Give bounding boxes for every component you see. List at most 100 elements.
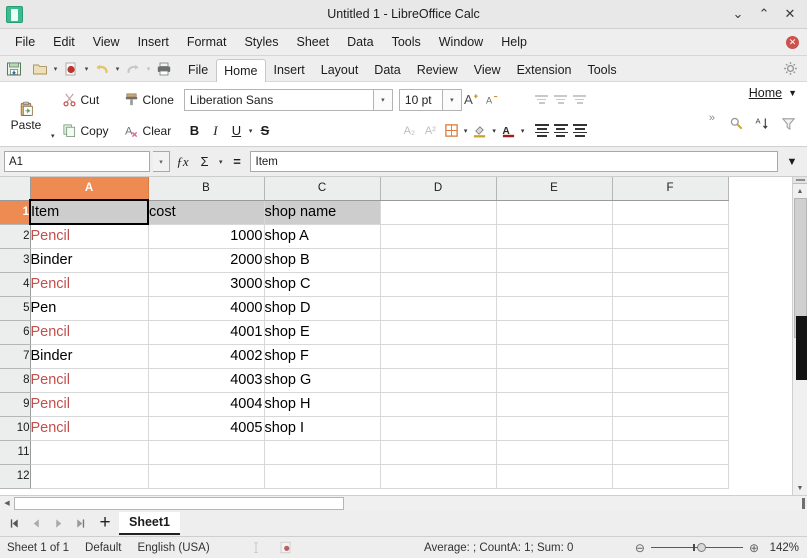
cell-f1[interactable]	[612, 200, 729, 225]
export-dropdown-caret[interactable]: ▾	[81, 65, 92, 73]
cell-a6[interactable]: Pencil	[30, 320, 149, 345]
superscript-button[interactable]: A²	[420, 120, 441, 141]
cell-c12[interactable]	[264, 464, 381, 489]
cell-f6[interactable]	[612, 320, 729, 345]
row-header-3[interactable]: 3	[0, 248, 31, 273]
menu-file[interactable]: File	[6, 32, 44, 52]
close-document-icon[interactable]: ✕	[786, 35, 799, 49]
export-pdf-icon[interactable]	[61, 59, 81, 79]
maximize-icon[interactable]: ⌃	[751, 1, 777, 27]
cell-c9[interactable]: shop H	[264, 392, 381, 417]
cell-a10[interactable]: Pencil	[30, 416, 149, 441]
menu-edit[interactable]: Edit	[44, 32, 84, 52]
cell-c6[interactable]: shop E	[264, 320, 381, 345]
cell-a12[interactable]	[30, 464, 149, 489]
column-header-d[interactable]: D	[380, 177, 497, 201]
undo-dropdown-caret[interactable]: ▾	[112, 65, 123, 73]
font-name-dropdown-caret[interactable]: ▾	[373, 88, 393, 111]
minimize-icon[interactable]: ⌄	[725, 1, 751, 27]
cell-f8[interactable]	[612, 368, 729, 393]
cell-d3[interactable]	[380, 248, 497, 273]
row-header-4[interactable]: 4	[0, 272, 31, 297]
cell-d7[interactable]	[380, 344, 497, 369]
undo-icon[interactable]	[92, 59, 112, 79]
cell-c3[interactable]: shop B	[264, 248, 381, 273]
cell-f11[interactable]	[612, 440, 729, 465]
font-size-input[interactable]: 10 pt	[398, 88, 443, 111]
formula-icon[interactable]: =	[228, 151, 247, 173]
name-box[interactable]: A1	[4, 151, 150, 172]
cell-f7[interactable]	[612, 344, 729, 369]
menu-help[interactable]: Help	[492, 32, 536, 52]
scroll-down-icon[interactable]: ▼	[793, 481, 807, 495]
cell-e7[interactable]	[496, 344, 613, 369]
decrease-font-size-button[interactable]: A	[483, 89, 504, 110]
cell-d5[interactable]	[380, 296, 497, 321]
cell-e6[interactable]	[496, 320, 613, 345]
formula-input-line[interactable]: Item	[249, 151, 778, 172]
cell-b7[interactable]: 4002	[148, 344, 265, 369]
tab-layout[interactable]: Layout	[313, 58, 367, 82]
digital-signature-icon[interactable]	[316, 540, 332, 556]
menu-format[interactable]: Format	[178, 32, 236, 52]
cell-b6[interactable]: 4001	[148, 320, 265, 345]
row-header-11[interactable]: 11	[0, 440, 31, 465]
align-left-button[interactable]	[532, 121, 551, 140]
horizontal-scrollbar[interactable]: ◀	[0, 495, 807, 510]
language-status[interactable]: English (USA)	[137, 542, 225, 554]
cell-d1[interactable]	[380, 200, 497, 225]
cut-button[interactable]: Cut	[57, 88, 104, 112]
align-bottom-button[interactable]	[570, 90, 589, 109]
cell-d2[interactable]	[380, 224, 497, 249]
increase-font-size-button[interactable]: A	[462, 89, 483, 110]
font-name-input[interactable]: Liberation Sans	[183, 88, 374, 111]
split-handle-vertical[interactable]	[792, 177, 807, 184]
select-all-corner[interactable]	[0, 177, 31, 201]
cell-a9[interactable]: Pencil	[30, 392, 149, 417]
cell-b9[interactable]: 4004	[148, 392, 265, 417]
add-sheet-button[interactable]: +	[92, 512, 118, 534]
cell-b10[interactable]: 4005	[148, 416, 265, 441]
italic-button[interactable]: I	[205, 120, 226, 141]
grid-canvas[interactable]: A B C D E F 1 Item cost shop name 2 Penc…	[0, 177, 792, 495]
cell-d6[interactable]	[380, 320, 497, 345]
vertical-scroll-track[interactable]	[792, 198, 807, 481]
save-icon[interactable]	[4, 59, 24, 79]
cell-f4[interactable]	[612, 272, 729, 297]
cell-a5[interactable]: Pen	[30, 296, 149, 321]
cell-a4[interactable]: Pencil	[30, 272, 149, 297]
zoom-out-icon[interactable]: ⊖	[635, 541, 645, 555]
cell-e2[interactable]	[496, 224, 613, 249]
cell-b12[interactable]	[148, 464, 265, 489]
menu-sheet[interactable]: Sheet	[287, 32, 338, 52]
row-header-8[interactable]: 8	[0, 368, 31, 393]
name-box-dropdown-caret[interactable]: ▾	[153, 151, 170, 172]
cell-e11[interactable]	[496, 440, 613, 465]
find-replace-icon[interactable]	[726, 113, 747, 134]
print-icon[interactable]	[154, 59, 174, 79]
row-header-10[interactable]: 10	[0, 416, 31, 441]
menu-view[interactable]: View	[84, 32, 129, 52]
zoom-slider[interactable]	[650, 543, 743, 552]
align-top-button[interactable]	[532, 90, 551, 109]
ribbon-overflow-caret[interactable]: »	[709, 112, 715, 124]
strikethrough-button[interactable]: S	[254, 120, 275, 141]
font-color-dropdown-caret[interactable]: ▾	[519, 127, 527, 135]
ribbon-menu-button[interactable]: Home ▼	[749, 86, 797, 100]
underline-dropdown-caret[interactable]: ▾	[247, 127, 255, 135]
menu-data[interactable]: Data	[338, 32, 382, 52]
column-header-a[interactable]: A	[30, 177, 149, 201]
cell-c1[interactable]: shop name	[264, 200, 381, 225]
subscript-button[interactable]: A₂	[399, 120, 420, 141]
bold-button[interactable]: B	[184, 120, 205, 141]
tab-view[interactable]: View	[466, 58, 509, 82]
cell-b4[interactable]: 3000	[148, 272, 265, 297]
underline-button[interactable]: U	[226, 120, 247, 141]
document-modified-icon[interactable]	[278, 540, 294, 556]
cell-b1[interactable]: cost	[148, 200, 265, 225]
sheet-tab-sheet1[interactable]: Sheet1	[119, 511, 180, 535]
menu-window[interactable]: Window	[430, 32, 492, 52]
cell-f5[interactable]	[612, 296, 729, 321]
sum-icon[interactable]: Σ	[195, 151, 214, 173]
cell-c11[interactable]	[264, 440, 381, 465]
